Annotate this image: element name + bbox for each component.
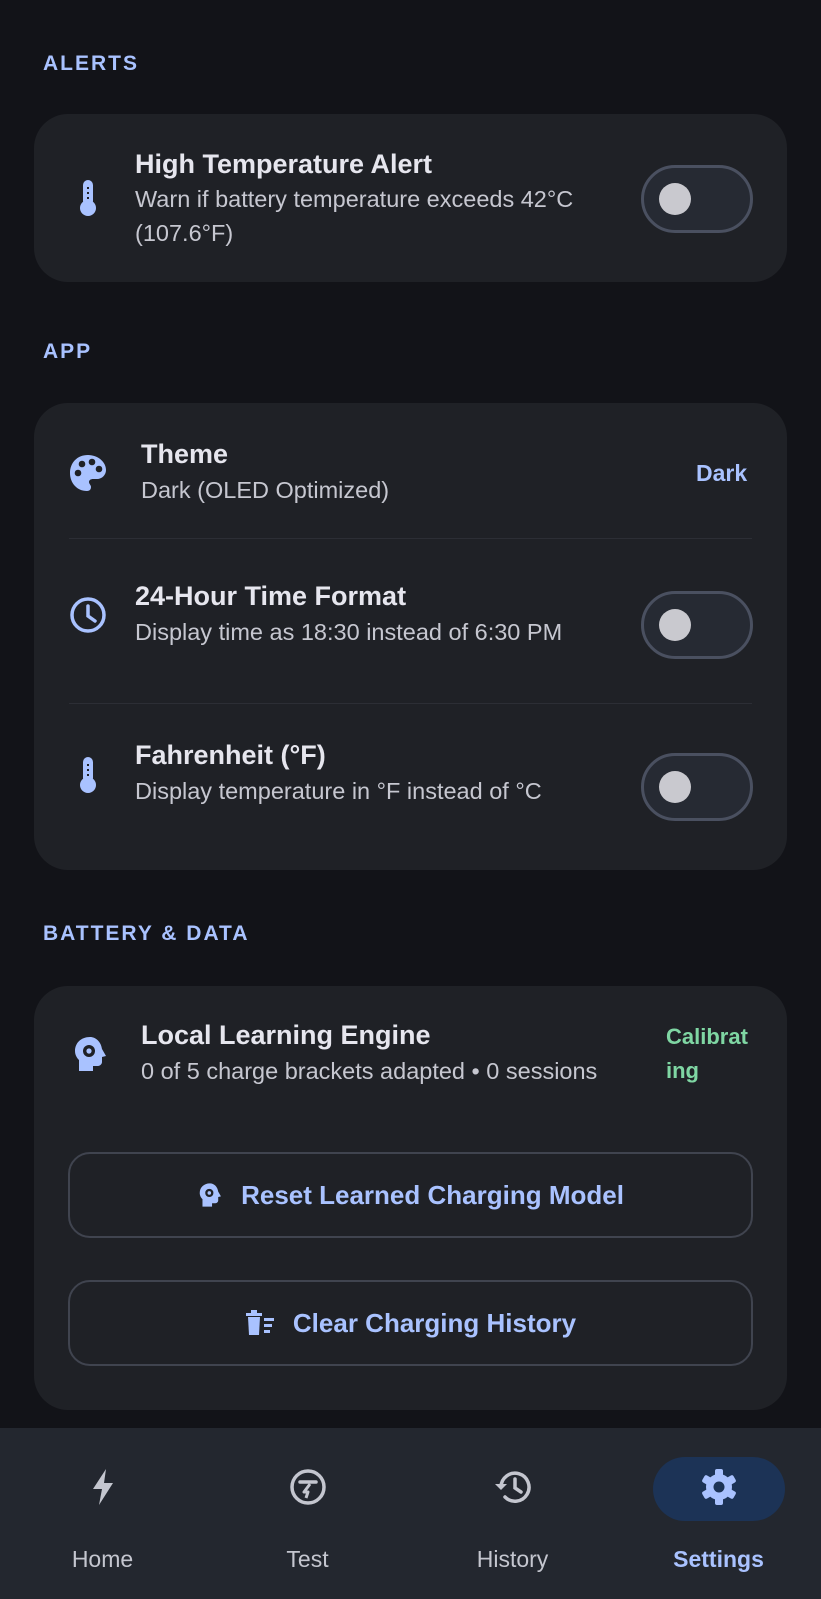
nav-label-history: History	[476, 1546, 549, 1572]
reset-learned-model-button[interactable]: Reset Learned Charging Model	[68, 1152, 753, 1238]
learning-engine-subtitle: 0 of 5 charge brackets adapted • 0 sessi…	[141, 1058, 598, 1084]
time-format-toggle[interactable]	[641, 591, 753, 659]
time-format-subtitle: Display time as 18:30 instead of 6:30 PM	[135, 619, 563, 645]
brain-gear-icon	[70, 1034, 110, 1074]
clear-charging-history-label: Clear Charging History	[292, 1307, 577, 1338]
clear-charging-history-button[interactable]: Clear Charging History	[68, 1280, 753, 1366]
nav-label-settings: Settings	[673, 1546, 764, 1572]
fahrenheit-subtitle: Display temperature in °F instead of °C	[135, 778, 542, 804]
theme-title: Theme	[141, 439, 229, 469]
thermometer-icon	[68, 755, 108, 795]
reset-learned-model-label: Reset Learned Charging Model	[241, 1179, 624, 1210]
fahrenheit-row[interactable]: Fahrenheit (°F) Display temperature in °…	[34, 704, 787, 870]
toggle-knob	[659, 609, 691, 641]
theme-row[interactable]: Theme Dark (OLED Optimized) Dark	[34, 403, 787, 538]
section-header-app: APP	[43, 340, 93, 363]
palette-icon	[68, 453, 108, 493]
battery-data-card: Local Learning Engine 0 of 5 charge brac…	[34, 986, 787, 1410]
nav-pill	[242, 1457, 374, 1521]
nav-item-history[interactable]: History	[410, 1428, 615, 1599]
thermometer-icon	[68, 178, 108, 218]
theme-subtitle: Dark (OLED Optimized)	[141, 477, 390, 503]
time-format-title: 24-Hour Time Format	[135, 581, 407, 611]
learning-engine-row: Local Learning Engine 0 of 5 charge brac…	[34, 986, 787, 1116]
learning-engine-title: Local Learning Engine	[141, 1020, 431, 1050]
high-temperature-alert-toggle[interactable]	[641, 165, 753, 233]
fahrenheit-title: Fahrenheit (°F)	[135, 740, 326, 770]
alerts-card: High Temperature Alert Warn if battery t…	[34, 114, 787, 282]
history-icon	[493, 1468, 533, 1511]
nav-label-home: Home	[71, 1546, 134, 1572]
speedometer-icon	[289, 1468, 327, 1511]
nav-label-test: Test	[286, 1546, 329, 1572]
toggle-knob	[659, 183, 691, 215]
bolt-icon	[92, 1468, 114, 1510]
toggle-knob	[659, 771, 691, 803]
nav-item-settings[interactable]: Settings	[616, 1428, 821, 1599]
settings-screen: ALERTS High Temperature Alert Warn if ba…	[0, 0, 821, 1599]
section-header-alerts: ALERTS	[43, 52, 139, 75]
bottom-navigation: Home Test History Settings	[0, 1428, 821, 1599]
high-temperature-alert-subtitle-2: (107.6°F)	[135, 220, 234, 246]
fahrenheit-toggle[interactable]	[641, 753, 753, 821]
nav-pill-active	[652, 1457, 785, 1521]
section-header-battery-data: BATTERY & DATA	[43, 922, 250, 945]
nav-pill	[37, 1457, 169, 1521]
learning-engine-status: Calibrating	[666, 1024, 748, 1083]
app-card: Theme Dark (OLED Optimized) Dark 24-Hour…	[34, 403, 787, 870]
gear-icon	[700, 1468, 738, 1511]
time-format-row[interactable]: 24-Hour Time Format Display time as 18:3…	[34, 539, 787, 704]
high-temperature-alert-row[interactable]: High Temperature Alert Warn if battery t…	[34, 114, 787, 282]
delete-sweep-icon	[245, 1310, 275, 1336]
high-temperature-alert-subtitle: Warn if battery temperature exceeds 42°C	[135, 186, 574, 212]
nav-item-home[interactable]: Home	[0, 1428, 205, 1599]
theme-value[interactable]: Dark	[696, 460, 747, 487]
clock-icon	[68, 595, 108, 635]
high-temperature-alert-title: High Temperature Alert	[135, 149, 433, 179]
nav-pill	[447, 1457, 579, 1521]
nav-item-test[interactable]: Test	[205, 1428, 410, 1599]
brain-gear-icon	[197, 1182, 223, 1208]
